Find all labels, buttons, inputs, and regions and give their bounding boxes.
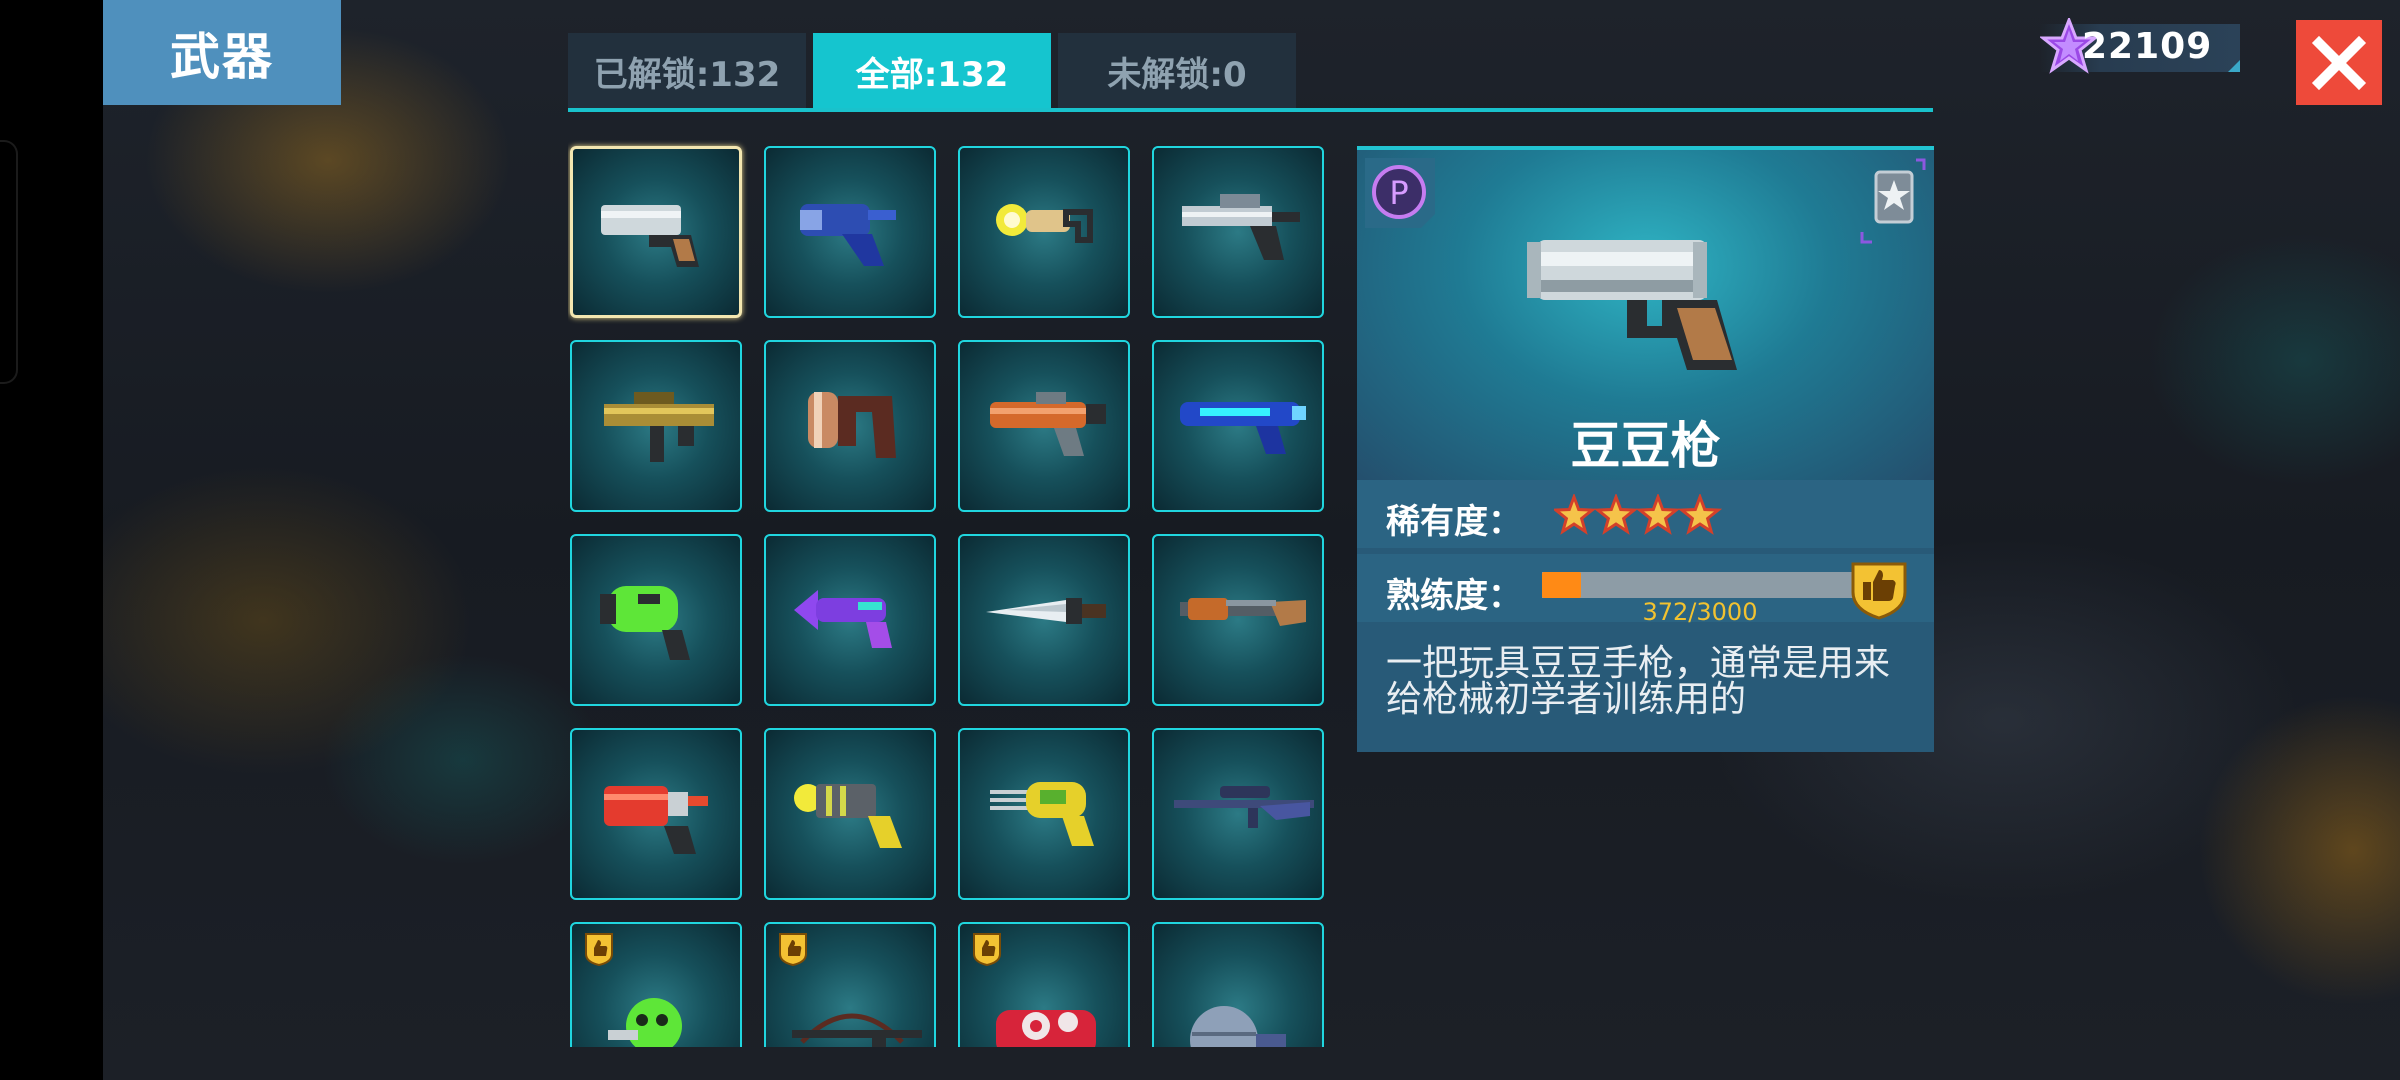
sniper-rifle-icon xyxy=(1174,786,1314,828)
weapon-grid xyxy=(568,140,1338,1047)
weapon-slot[interactable] xyxy=(958,534,1130,706)
close-icon xyxy=(2311,35,2367,90)
weapon-detail-panel: P 豆豆枪 稀有度： 熟练度： 372/3000 一把玩具豆豆手枪，通常是用来给… xyxy=(1357,146,1934,752)
weapon-slot[interactable] xyxy=(570,728,742,900)
weapon-slot[interactable] xyxy=(570,146,742,318)
weapon-slot[interactable] xyxy=(764,922,936,1047)
rank-icon xyxy=(1860,158,1926,244)
bean-gun-large-icon xyxy=(1527,240,1737,370)
weapon-slot[interactable] xyxy=(1152,728,1324,900)
copper-cannon-icon xyxy=(808,392,896,458)
page-title: 武器 xyxy=(170,27,274,86)
tab-unlocked[interactable]: 已解锁:132 xyxy=(568,33,806,110)
rarity-label: 稀有度： xyxy=(1386,502,1522,542)
weapon-slot[interactable] xyxy=(958,922,1130,1047)
yellow-battery-gun-icon xyxy=(794,784,902,848)
weapon-slot[interactable] xyxy=(958,728,1130,900)
blue-blaster-icon xyxy=(800,204,896,266)
currency-value: 22109 xyxy=(2082,26,2213,67)
thumb-badge-icon xyxy=(772,926,807,966)
yellow-sonic-gun-icon xyxy=(990,782,1094,846)
red-canister-gun-icon xyxy=(604,786,708,854)
blue-plasma-rifle-icon xyxy=(1180,402,1306,454)
weapon-slot[interactable] xyxy=(764,534,936,706)
currency-corner xyxy=(2228,60,2240,72)
rarity-star-icon xyxy=(1635,494,1681,535)
rarity-star-icon xyxy=(1554,494,1597,535)
filter-tabs: 已解锁:132 全部:132 未解锁:0 xyxy=(568,33,1933,113)
weapon-slot[interactable] xyxy=(570,340,742,512)
orange-blaster-icon xyxy=(990,392,1106,456)
rarity-stars xyxy=(1554,494,1723,535)
silver-pistol-icon xyxy=(1182,194,1300,260)
weapon-preview: P 豆豆枪 xyxy=(1357,150,1934,480)
rarity-star-icon xyxy=(1593,494,1639,535)
green-toxic-gun-icon xyxy=(600,586,690,660)
weapon-slot[interactable] xyxy=(1152,922,1324,1047)
tab-all[interactable]: 全部:132 xyxy=(813,33,1051,110)
bean-gun-icon xyxy=(601,205,699,267)
weapon-slot[interactable] xyxy=(1152,146,1324,318)
mastery-progress-bar xyxy=(1542,572,1858,598)
close-button[interactable] xyxy=(2296,20,2382,105)
tab-locked[interactable]: 未解锁:0 xyxy=(1058,33,1296,110)
screen-notch xyxy=(0,140,18,384)
screen-edge xyxy=(0,0,103,1080)
weapon-slot[interactable] xyxy=(1152,340,1324,512)
rarity-star-icon xyxy=(1677,494,1723,535)
weapon-slot[interactable] xyxy=(570,922,742,1047)
mastery-progress-fill xyxy=(1542,572,1582,598)
shotgun-icon xyxy=(1180,598,1306,626)
sphere-launcher-icon xyxy=(1190,1006,1286,1047)
weapon-slot[interactable] xyxy=(958,340,1130,512)
p-badge-icon: P xyxy=(1365,158,1435,228)
mastery-label: 熟练度： xyxy=(1386,576,1522,616)
weapon-slot[interactable] xyxy=(764,728,936,900)
tab-underline xyxy=(568,108,1933,112)
rarity-row: 稀有度： xyxy=(1357,480,1934,548)
weapon-name: 豆豆枪 xyxy=(1570,417,1721,475)
knife-icon xyxy=(986,598,1106,624)
weapon-slot[interactable] xyxy=(764,146,936,318)
currency-display: 22109 xyxy=(2040,18,2240,74)
weapon-slot[interactable] xyxy=(570,534,742,706)
thumb-up-icon xyxy=(1851,562,1907,620)
thumb-badge-icon xyxy=(966,926,1001,966)
weapon-description: 一把玩具豆豆手枪，通常是用来给枪械初学者训练用的 xyxy=(1386,643,1891,720)
yellow-ray-gun-icon xyxy=(996,204,1093,243)
mastery-value: 372/3000 xyxy=(1642,598,1758,626)
purple-laser-gun-icon xyxy=(794,590,892,648)
page-title-box: 武器 xyxy=(103,0,341,105)
svg-text:P: P xyxy=(1389,174,1408,212)
mastery-row: 熟练度： 372/3000 xyxy=(1357,554,1934,626)
gold-smg-icon xyxy=(604,392,714,462)
weapon-slot[interactable] xyxy=(1152,534,1324,706)
weapon-slot[interactable] xyxy=(764,340,936,512)
weapon-slot[interactable] xyxy=(958,146,1130,318)
thumb-badge-icon xyxy=(578,926,613,966)
